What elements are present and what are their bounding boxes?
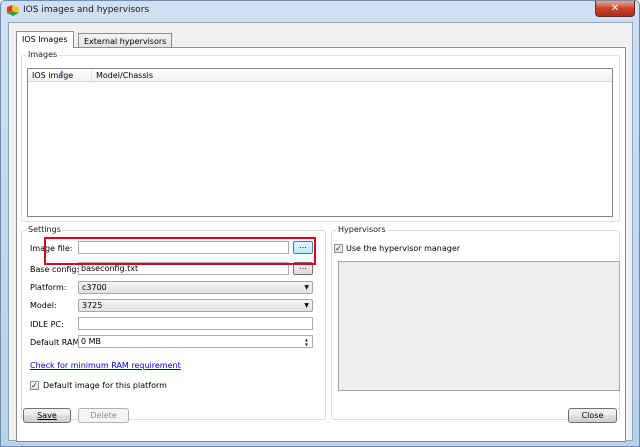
use-hypervisor-manager-label: Use the hypervisor manager xyxy=(346,244,461,253)
chevron-down-icon: ▼ xyxy=(304,284,309,291)
default-image-label: Default image for this platform xyxy=(43,381,167,390)
hypervisor-settings-panel xyxy=(338,261,620,391)
idle-pc-label: IDLE PC: xyxy=(30,320,64,329)
default-image-checkbox[interactable]: ✓ xyxy=(30,381,39,390)
tab-ios-images[interactable]: IOS Images xyxy=(16,31,74,48)
model-select-value: 3725 xyxy=(82,301,103,310)
dialog-client-area: IOS Images External hypervisors Images ▲… xyxy=(8,22,633,442)
checkmark-icon: ✓ xyxy=(335,244,342,253)
platform-select[interactable]: c3700 ▼ xyxy=(78,281,313,294)
idle-pc-input[interactable] xyxy=(78,317,313,330)
title-bar[interactable]: IOS images and hypervisors ✕ xyxy=(1,1,639,21)
spin-arrows-icon[interactable]: ▲ ▼ xyxy=(302,337,311,347)
save-button[interactable]: Save xyxy=(23,408,71,423)
use-hypervisor-manager-checkbox[interactable]: ✓ xyxy=(334,244,343,253)
images-group: Images ▲ IOS image Model/Chassis xyxy=(21,50,620,222)
chevron-down-icon: ▼ xyxy=(304,302,309,309)
ram-requirement-link[interactable]: Check for minimum RAM requirement xyxy=(30,361,181,370)
checkmark-icon: ✓ xyxy=(31,381,38,390)
image-file-highlight-box xyxy=(44,237,316,265)
images-group-title: Images xyxy=(26,50,60,59)
hypervisors-group-title: Hypervisors xyxy=(336,225,388,234)
gns3-app-icon xyxy=(7,5,19,16)
hypervisors-group: Hypervisors ✓ Use the hypervisor manager xyxy=(331,225,620,420)
platform-label: Platform: xyxy=(30,283,67,292)
images-table[interactable]: ▲ IOS image Model/Chassis xyxy=(27,68,613,217)
window-close-button[interactable]: ✕ xyxy=(595,1,635,17)
sort-arrow-icon: ▲ xyxy=(60,69,64,75)
images-table-header: ▲ IOS image Model/Chassis xyxy=(28,69,612,82)
default-ram-value: 0 MB xyxy=(81,337,102,346)
save-button-label: Save xyxy=(37,411,57,420)
column-model-chassis[interactable]: Model/Chassis xyxy=(92,69,612,82)
window-title: IOS images and hypervisors xyxy=(23,5,150,15)
dialog-window: IOS images and hypervisors ✕ IOS Images … xyxy=(0,0,640,447)
platform-select-value: c3700 xyxy=(82,283,107,292)
column-ios-image-label: IOS image xyxy=(32,71,74,80)
model-select[interactable]: 3725 ▼ xyxy=(78,299,313,312)
base-config-label: Base config: xyxy=(30,265,80,274)
close-button[interactable]: Close xyxy=(568,408,617,423)
delete-button[interactable]: Delete xyxy=(78,408,129,423)
settings-group-title: Settings xyxy=(26,225,63,234)
default-ram-label: Default RAM: xyxy=(30,338,83,347)
column-ios-image[interactable]: ▲ IOS image xyxy=(28,69,92,82)
model-label: Model: xyxy=(30,301,57,310)
default-ram-spinbox[interactable]: 0 MB ▲ ▼ xyxy=(78,335,313,348)
close-icon: ✕ xyxy=(610,3,620,14)
